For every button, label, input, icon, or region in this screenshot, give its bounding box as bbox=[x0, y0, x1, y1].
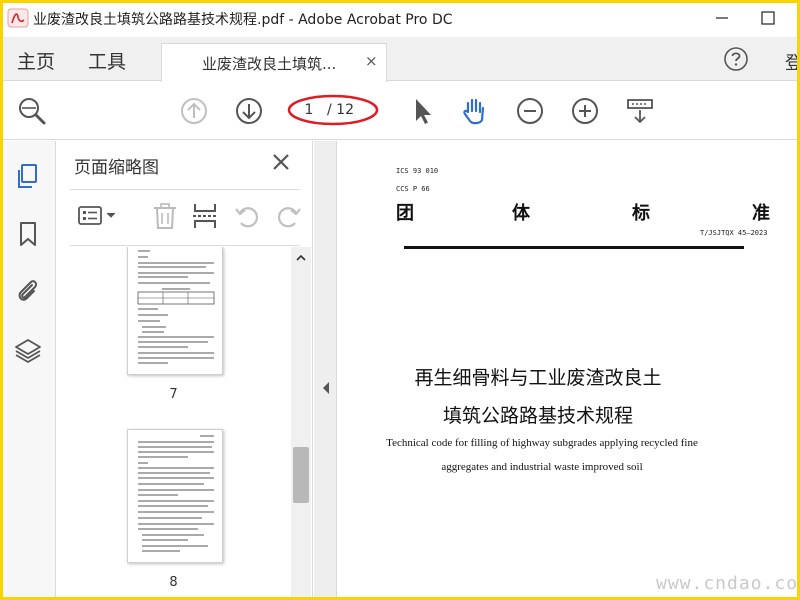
page-number-input[interactable] bbox=[297, 98, 321, 122]
bookmark-icon[interactable] bbox=[13, 219, 43, 249]
doc-english-title-line-1: Technical code for filling of highway su… bbox=[386, 437, 698, 449]
insert-page-icon[interactable] bbox=[190, 201, 220, 231]
thumbnail-list: 7 8 bbox=[56, 247, 291, 597]
hand-tool-icon[interactable] bbox=[458, 94, 492, 128]
thumbnail-page-8-preview bbox=[138, 435, 214, 552]
options-menu-icon[interactable] bbox=[76, 201, 120, 231]
panel-divider bbox=[70, 245, 300, 246]
zoom-out-icon[interactable] bbox=[513, 94, 547, 128]
delete-icon[interactable] bbox=[150, 201, 180, 231]
page-total: / 12 bbox=[327, 102, 354, 118]
thumbnail-scrollbar[interactable] bbox=[291, 247, 311, 597]
thumbnail-page-7-preview bbox=[137, 250, 215, 364]
doc-ccs-code: CCS P 66 bbox=[396, 185, 430, 193]
doc-title-line-2: 填筑公路路基技术规程 bbox=[442, 405, 633, 427]
search-icon[interactable] bbox=[15, 94, 49, 128]
next-page-icon[interactable] bbox=[232, 94, 266, 128]
site-watermark: www.cndao.com bbox=[656, 573, 797, 594]
doc-standard-heading: 团 体 标 准 bbox=[396, 199, 770, 224]
thumbnail-page-7[interactable] bbox=[127, 247, 223, 375]
page-navigator: / 12 bbox=[293, 96, 373, 124]
doc-english-title-line-2: aggregates and industrial waste improved… bbox=[441, 461, 643, 473]
acrobat-logo-icon bbox=[7, 8, 29, 28]
panel-title: 页面缩略图 bbox=[74, 158, 159, 178]
app-window: 业废渣改良土填筑公路路基技术规程.pdf - Adobe Acrobat Pro… bbox=[3, 3, 797, 597]
thumbnail-panel: 页面缩略图 7 8 bbox=[56, 141, 313, 597]
attachment-icon[interactable] bbox=[13, 276, 43, 306]
doc-heading-rule bbox=[404, 246, 744, 249]
title-bar: 业废渣改良土填筑公路路基技术规程.pdf - Adobe Acrobat Pro… bbox=[3, 3, 797, 33]
help-icon[interactable] bbox=[723, 46, 749, 72]
doc-standard-char: 标 bbox=[632, 203, 650, 224]
thumbnail-page-8[interactable] bbox=[127, 429, 223, 563]
select-arrow-icon[interactable] bbox=[405, 94, 439, 128]
close-tab-icon[interactable]: × bbox=[365, 52, 378, 70]
thumbnail-label: 8 bbox=[169, 575, 178, 590]
scroll-mode-icon[interactable] bbox=[623, 94, 657, 128]
doc-standard-char: 团 bbox=[396, 203, 414, 224]
tab-bar: 主页 工具 业废渣改良土填筑... × 登 bbox=[3, 37, 797, 82]
left-rail bbox=[3, 141, 56, 597]
doc-title-line-1: 再生细骨料与工业废渣改良土 bbox=[414, 367, 662, 389]
main-toolbar: / 12 bbox=[3, 82, 797, 140]
doc-standard-code: T/JSJTQX 45—2023 bbox=[700, 229, 768, 237]
doc-standard-char: 准 bbox=[752, 203, 770, 224]
page-thumbnails-icon[interactable] bbox=[13, 161, 43, 191]
tab-document[interactable]: 业废渣改良土填筑... × bbox=[161, 43, 387, 82]
window-title: 业废渣改良土填筑公路路基技术规程.pdf - Adobe Acrobat Pro… bbox=[33, 12, 453, 28]
doc-ics-code: ICS 93 010 bbox=[396, 167, 439, 175]
tab-tools[interactable]: 工具 bbox=[88, 47, 126, 74]
panel-divider bbox=[70, 189, 300, 190]
scrollbar-thumb[interactable] bbox=[293, 447, 309, 503]
previous-page-icon[interactable] bbox=[177, 94, 211, 128]
rotate-right-icon[interactable] bbox=[274, 201, 304, 231]
zoom-in-icon[interactable] bbox=[568, 94, 602, 128]
panel-collapse-strip[interactable] bbox=[314, 141, 337, 597]
doc-standard-char: 体 bbox=[512, 203, 530, 224]
rotate-left-icon[interactable] bbox=[232, 201, 262, 231]
scroll-up-icon[interactable] bbox=[294, 251, 308, 265]
minimize-icon[interactable] bbox=[709, 7, 735, 29]
collapse-arrow-icon[interactable] bbox=[321, 381, 331, 395]
close-panel-icon[interactable] bbox=[270, 151, 292, 173]
document-page: ICS 93 010 CCS P 66 团 体 标 准 T/JSJTQX 45—… bbox=[338, 141, 797, 597]
thumbnail-label: 7 bbox=[169, 387, 178, 402]
tab-home[interactable]: 主页 bbox=[17, 47, 55, 74]
tab-document-label: 业废渣改良土填筑... bbox=[202, 55, 337, 73]
sign-in-link[interactable]: 登 bbox=[785, 49, 797, 75]
layers-icon[interactable] bbox=[13, 336, 43, 366]
maximize-icon[interactable] bbox=[755, 7, 781, 29]
